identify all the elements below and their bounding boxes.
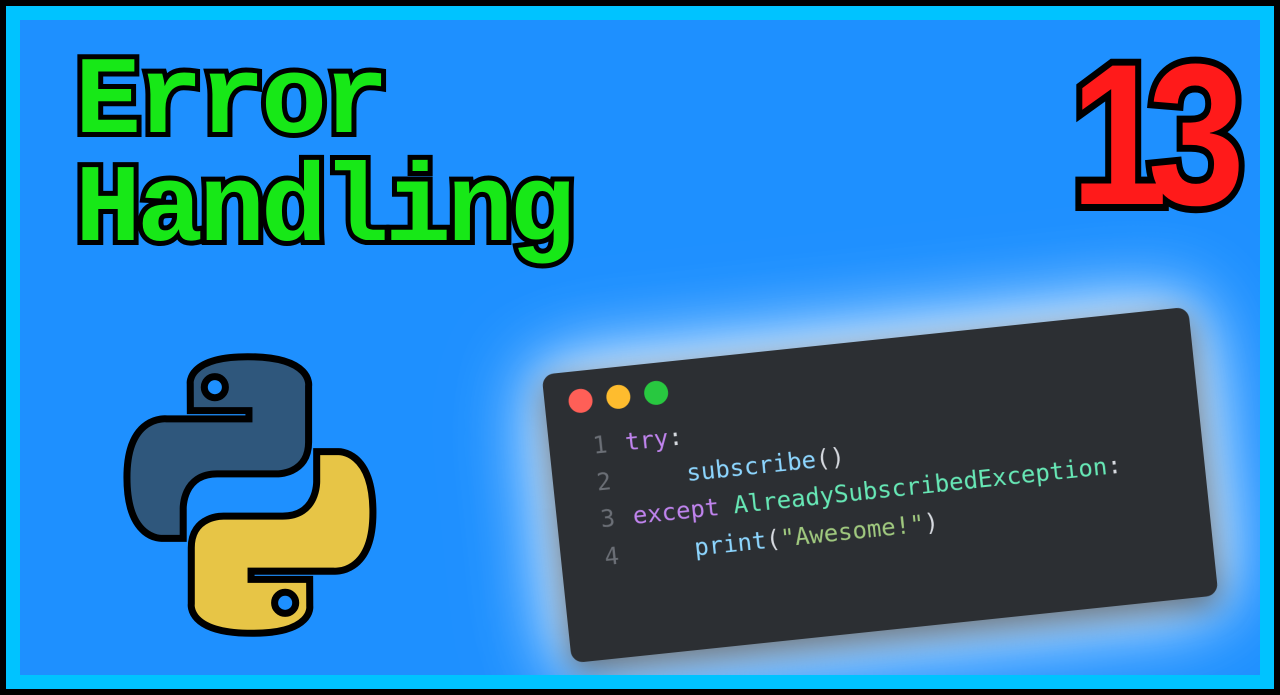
code-window: 1try:2 subscribe()3except AlreadySubscri… (542, 307, 1219, 663)
thumbnail-canvas: Error Handling 13 1try:2 subscribe()3exc… (6, 6, 1274, 689)
code-text: try: (623, 418, 684, 461)
thumbnail-title: Error Handling (75, 50, 571, 266)
line-number: 3 (579, 498, 635, 540)
window-close-icon (567, 388, 593, 414)
thumbnail-frame: Error Handling 13 1try:2 subscribe()3exc… (0, 0, 1280, 695)
code-snippet-glow: 1try:2 subscribe()3except AlreadySubscri… (542, 307, 1219, 663)
title-line-1: Error (75, 41, 385, 166)
window-zoom-icon (643, 380, 669, 406)
episode-number: 13 (1070, 35, 1225, 236)
window-minimize-icon (605, 384, 631, 410)
line-number: 4 (583, 535, 639, 577)
python-logo-icon (100, 345, 400, 645)
line-number: 2 (575, 461, 631, 503)
line-number: 1 (572, 425, 628, 467)
title-line-2: Handling (75, 158, 571, 266)
